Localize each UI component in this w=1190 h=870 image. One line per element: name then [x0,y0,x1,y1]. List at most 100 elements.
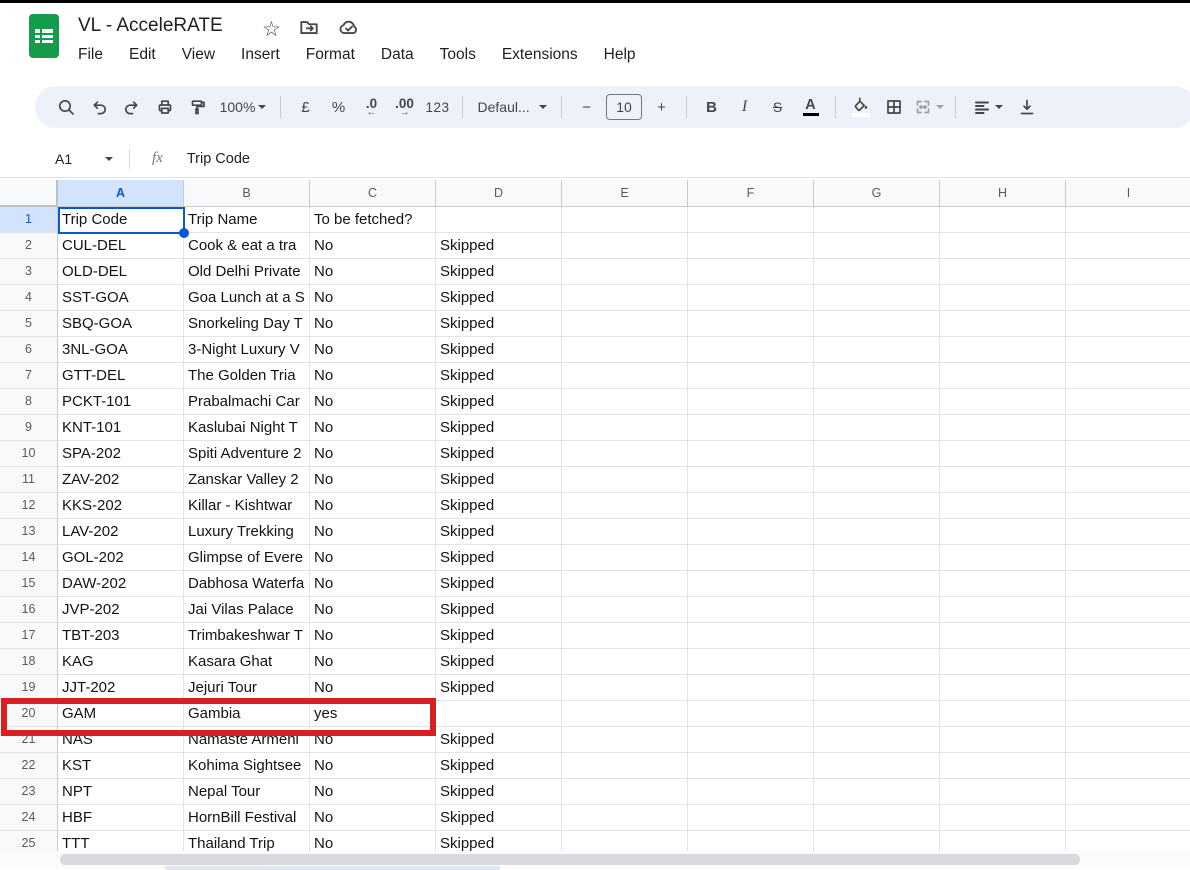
cell-F4[interactable] [688,285,814,311]
cell-H11[interactable] [940,467,1066,493]
cell-H25[interactable] [940,831,1066,851]
row-header-24[interactable]: 24 [0,805,58,831]
cell-G4[interactable] [814,285,940,311]
cell-B12[interactable]: Killar - Kishtwar [184,493,310,519]
cell-D16[interactable]: Skipped [436,597,562,623]
cell-G11[interactable] [814,467,940,493]
fill-color-icon[interactable] [847,92,874,122]
cell-E9[interactable] [562,415,688,441]
cell-A8[interactable]: PCKT-101 [58,389,184,415]
cell-H8[interactable] [940,389,1066,415]
paint-format-icon[interactable] [184,92,211,122]
decrease-font-size-button[interactable]: − [573,92,600,122]
sheets-logo-icon[interactable] [27,13,61,64]
row-header-23[interactable]: 23 [0,779,58,805]
cell-G18[interactable] [814,649,940,675]
cell-F25[interactable] [688,831,814,851]
cell-C2[interactable]: No [310,233,436,259]
search-icon[interactable] [52,92,79,122]
cell-G12[interactable] [814,493,940,519]
row-header-10[interactable]: 10 [0,441,58,467]
cell-D1[interactable] [436,207,562,233]
cell-H13[interactable] [940,519,1066,545]
cell-D17[interactable]: Skipped [436,623,562,649]
row-header-5[interactable]: 5 [0,311,58,337]
menu-insert[interactable]: Insert [241,46,280,64]
cell-D8[interactable]: Skipped [436,389,562,415]
cell-E15[interactable] [562,571,688,597]
column-header-I[interactable]: I [1066,180,1190,207]
cell-I22[interactable] [1066,753,1190,779]
cell-I17[interactable] [1066,623,1190,649]
name-box[interactable]: A1 [55,151,103,167]
column-header-E[interactable]: E [562,180,688,207]
cell-F18[interactable] [688,649,814,675]
cell-I10[interactable] [1066,441,1190,467]
cell-B17[interactable]: Trimbakeshwar T [184,623,310,649]
cell-E11[interactable] [562,467,688,493]
cell-D22[interactable]: Skipped [436,753,562,779]
cell-C8[interactable]: No [310,389,436,415]
cell-D7[interactable]: Skipped [436,363,562,389]
cell-B10[interactable]: Spiti Adventure 2 [184,441,310,467]
formula-input[interactable]: Trip Code [187,151,250,167]
cell-H15[interactable] [940,571,1066,597]
increase-font-size-button[interactable]: + [648,92,675,122]
cell-G24[interactable] [814,805,940,831]
cell-A4[interactable]: SST-GOA [58,285,184,311]
cell-F2[interactable] [688,233,814,259]
cell-D5[interactable]: Skipped [436,311,562,337]
star-icon[interactable]: ☆ [262,19,281,41]
row-header-20[interactable]: 20 [0,701,58,727]
cell-I12[interactable] [1066,493,1190,519]
cell-I6[interactable] [1066,337,1190,363]
cell-G2[interactable] [814,233,940,259]
cell-C3[interactable]: No [310,259,436,285]
menu-data[interactable]: Data [381,46,414,64]
cell-G23[interactable] [814,779,940,805]
cloud-saved-icon[interactable] [337,16,360,43]
cell-D10[interactable]: Skipped [436,441,562,467]
cell-G3[interactable] [814,259,940,285]
cell-G17[interactable] [814,623,940,649]
cell-E21[interactable] [562,727,688,753]
cell-D25[interactable]: Skipped [436,831,562,851]
cell-F16[interactable] [688,597,814,623]
cell-A20[interactable]: GAM [58,701,184,727]
cell-C16[interactable]: No [310,597,436,623]
cell-B11[interactable]: Zanskar Valley 2 [184,467,310,493]
cell-B20[interactable]: Gambia [184,701,310,727]
horizontal-align-icon[interactable] [967,92,1007,122]
column-header-F[interactable]: F [688,180,814,207]
cell-D15[interactable]: Skipped [436,571,562,597]
cell-C25[interactable]: No [310,831,436,851]
column-header-C[interactable]: C [310,180,436,207]
menu-extensions[interactable]: Extensions [502,46,578,64]
row-header-21[interactable]: 21 [0,727,58,753]
cell-F13[interactable] [688,519,814,545]
cell-A17[interactable]: TBT-203 [58,623,184,649]
cell-F20[interactable] [688,701,814,727]
cell-G7[interactable] [814,363,940,389]
cell-E4[interactable] [562,285,688,311]
cell-A5[interactable]: SBQ-GOA [58,311,184,337]
cell-A18[interactable]: KAG [58,649,184,675]
undo-icon[interactable] [85,92,112,122]
cell-F5[interactable] [688,311,814,337]
cell-B21[interactable]: Namaste Armeni [184,727,310,753]
row-header-12[interactable]: 12 [0,493,58,519]
cell-G21[interactable] [814,727,940,753]
cell-I24[interactable] [1066,805,1190,831]
cell-G19[interactable] [814,675,940,701]
row-header-1[interactable]: 1 [0,207,58,233]
cell-E10[interactable] [562,441,688,467]
cell-I19[interactable] [1066,675,1190,701]
cell-D20[interactable] [436,701,562,727]
cell-E12[interactable] [562,493,688,519]
cell-D18[interactable]: Skipped [436,649,562,675]
print-icon[interactable] [151,92,178,122]
column-header-A[interactable]: A [58,180,184,207]
cell-E2[interactable] [562,233,688,259]
cell-I16[interactable] [1066,597,1190,623]
cell-E24[interactable] [562,805,688,831]
